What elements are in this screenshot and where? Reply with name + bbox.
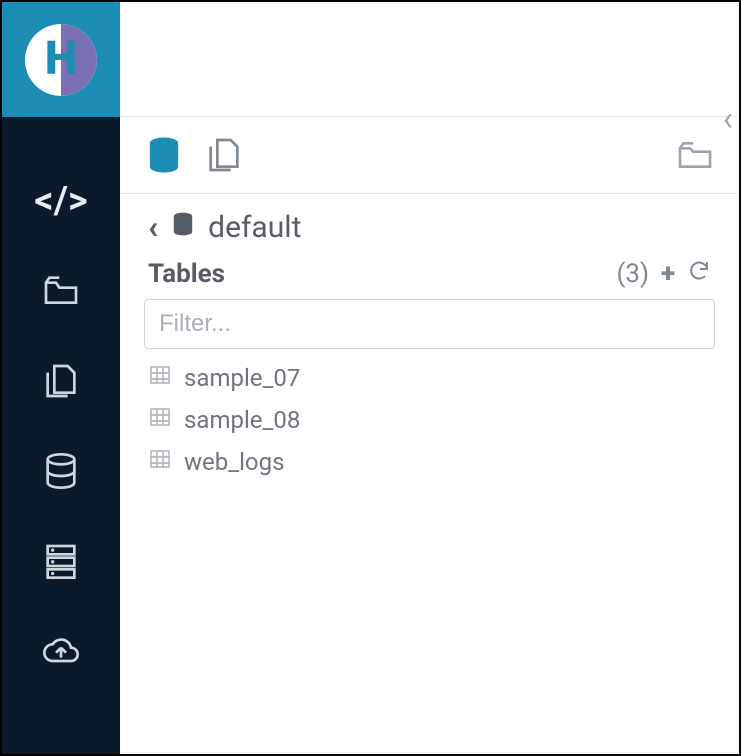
tables-list: sample_07 sample_08 web_logs (120, 349, 739, 491)
table-name: sample_07 (184, 364, 300, 392)
filter-wrap (120, 299, 739, 349)
files-tab-icon[interactable] (204, 135, 244, 179)
database-small-icon (170, 210, 196, 245)
table-icon (148, 447, 172, 477)
tables-section-header: Tables (3) + (120, 254, 739, 299)
sidebar-nav: </> (37, 177, 85, 675)
table-icon (148, 363, 172, 393)
editor-icon[interactable]: </> (37, 177, 85, 225)
table-icon (148, 405, 172, 435)
logo-area (2, 2, 120, 117)
tables-title: Tables (148, 259, 225, 289)
table-name: sample_08 (184, 406, 300, 434)
sidebar: </> (2, 2, 120, 754)
table-row[interactable]: sample_08 (148, 403, 711, 437)
breadcrumb: ‹ default (120, 194, 739, 254)
table-name: web_logs (184, 448, 284, 476)
hue-logo-icon[interactable] (25, 24, 97, 96)
open-folder-icon[interactable] (675, 135, 715, 179)
table-row[interactable]: web_logs (148, 445, 711, 479)
breadcrumb-database-name[interactable]: default (208, 210, 301, 245)
database-tab-icon[interactable] (144, 135, 184, 179)
folder-open-icon[interactable] (37, 267, 85, 315)
cloud-upload-icon[interactable] (37, 627, 85, 675)
database-icon[interactable] (37, 447, 85, 495)
add-table-icon[interactable]: + (661, 259, 675, 289)
filter-input[interactable] (144, 299, 715, 349)
table-row[interactable]: sample_07 (148, 361, 711, 395)
assist-toolbar: ‹ (120, 117, 739, 194)
server-icon[interactable] (37, 537, 85, 585)
main-panel: ‹ ‹ default Tables (3) + (120, 2, 739, 754)
back-icon[interactable]: ‹ (148, 208, 158, 246)
refresh-icon[interactable] (687, 258, 711, 289)
files-icon[interactable] (37, 357, 85, 405)
collapse-panel-icon[interactable]: ‹ (723, 99, 733, 139)
tables-count: (3) (617, 259, 650, 289)
top-header (120, 2, 739, 117)
